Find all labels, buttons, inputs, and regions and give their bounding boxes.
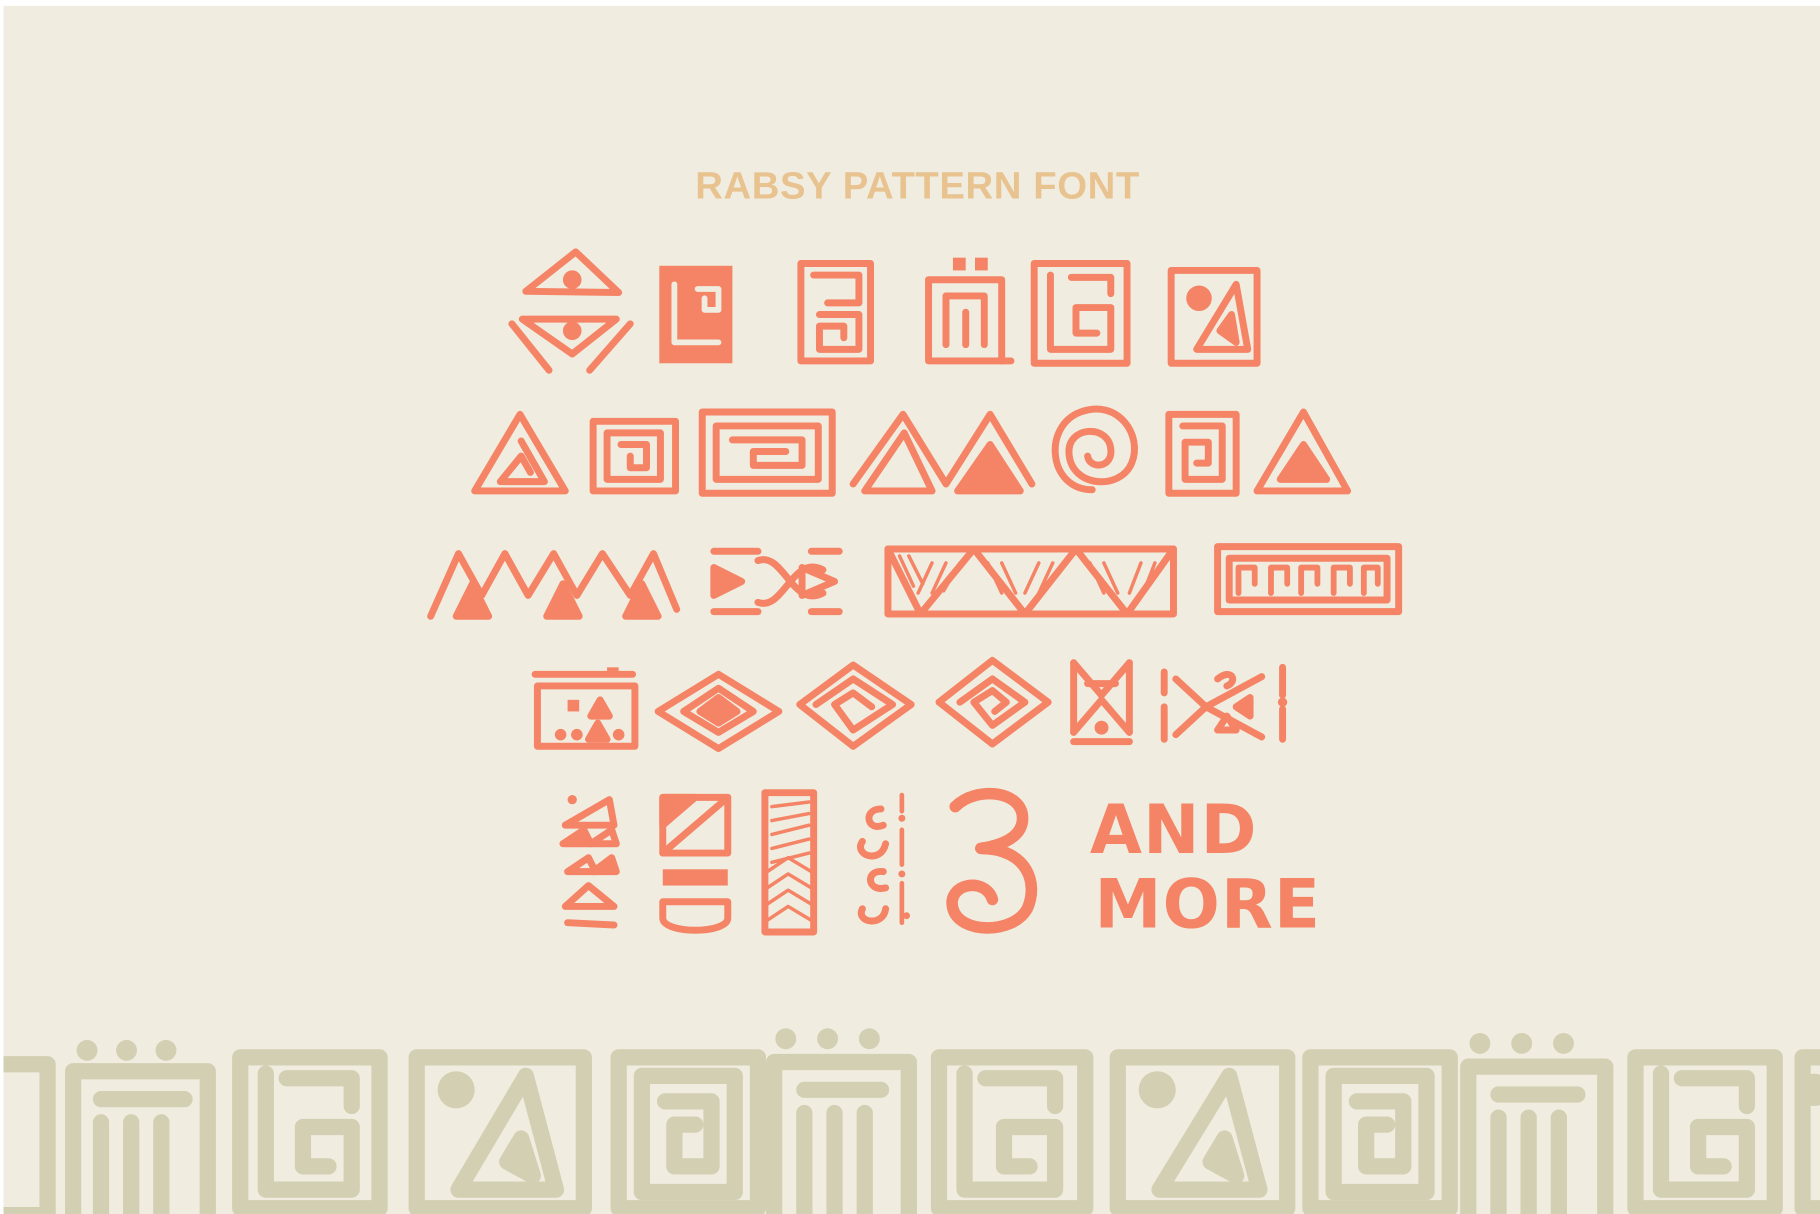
border-tile-square-spiral-2	[1302, 1049, 1458, 1214]
spiral-diamond-icon	[796, 661, 915, 750]
border-tile-spiral-square	[232, 1049, 388, 1214]
wide-spiral-icon	[698, 408, 836, 497]
border-tile-square-spiral	[610, 1049, 767, 1214]
border-tile-spiral-square-2	[930, 1049, 1094, 1214]
artwork: RABSY PATTERN FONT AND MORE	[0, 0, 1820, 1214]
border-tile-spiral-box	[3, 1056, 56, 1214]
nested-diamond-icon	[654, 670, 783, 753]
square-spiral-icon	[589, 417, 680, 495]
spiral-column-icon	[857, 792, 910, 926]
dot-triangle-box-icon	[1167, 266, 1261, 367]
arrow-knot-icon	[710, 547, 843, 616]
poster-card: RABSY PATTERN FONT AND MORE	[3, 5, 1820, 1214]
border-tile-dot-edge	[1794, 1049, 1820, 1214]
double-mountain-icon	[849, 410, 1036, 495]
hatched-triangles-icon	[884, 545, 1177, 618]
tagline-line2: MORE	[1095, 865, 1322, 943]
stacked-triangles-icon	[559, 795, 620, 929]
hatched-column-icon	[761, 789, 818, 936]
spiral-block-solid-icon	[659, 265, 733, 364]
numeral-three-icon	[946, 787, 1038, 934]
border-tile-dotted-gate-2	[766, 1028, 917, 1214]
border-pattern	[3, 1028, 1820, 1214]
border-tile-dotted-gate	[64, 1039, 216, 1214]
border-tile-dotted-gate-3	[1460, 1032, 1614, 1214]
spiral-square-icon	[1030, 259, 1131, 367]
maze-box-icon	[797, 259, 875, 365]
hourglass-icon	[1070, 659, 1133, 746]
split-block-icon	[659, 793, 732, 934]
spiral-box-icon	[1165, 410, 1240, 497]
diamond-dots-icon	[508, 248, 634, 374]
meander-band-icon	[1214, 543, 1403, 616]
round-spiral-icon	[1051, 405, 1138, 494]
tagline-line1: AND	[1090, 791, 1258, 869]
spiral-arrow-icon	[1160, 663, 1288, 743]
square-spiral-diamond-icon	[935, 656, 1052, 748]
spiral-triangle-icon	[471, 410, 569, 495]
dotted-gate-icon	[925, 257, 1015, 365]
border-tile-dot-triangle-2	[1109, 1049, 1296, 1214]
and-more-label: AND MORE	[1090, 791, 1322, 943]
dotted-frame-icon	[531, 667, 639, 750]
zigzag-icon	[427, 550, 681, 620]
glyph-showcase: AND MORE	[3, 248, 1820, 1214]
nested-triangle-icon	[1253, 408, 1352, 495]
border-tile-spiral-square-3	[1627, 1049, 1783, 1214]
border-tile-dot-triangle	[408, 1049, 592, 1214]
